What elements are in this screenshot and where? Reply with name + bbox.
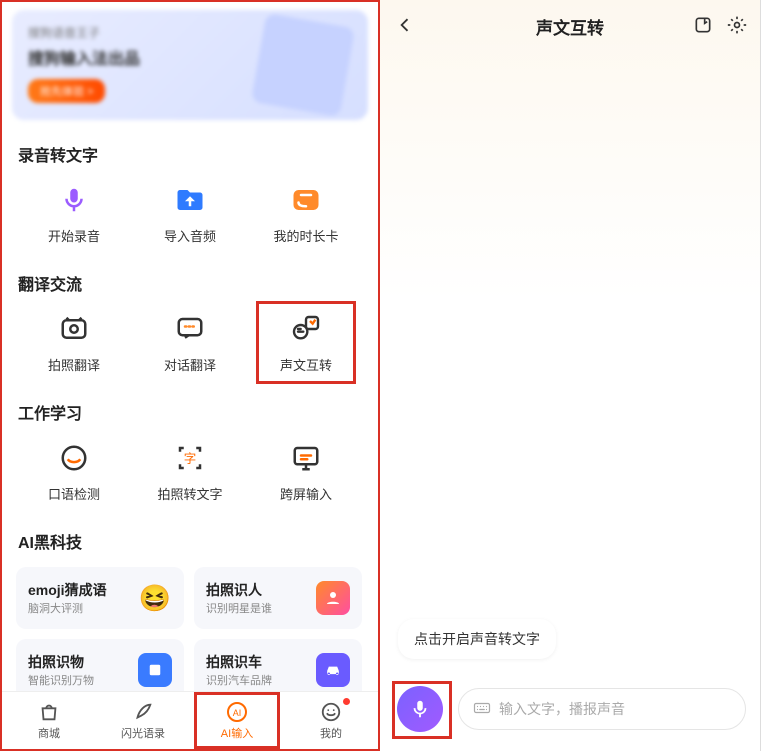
conversation-area: 点击开启声音转文字 [380, 52, 760, 671]
item-label: 口语检测 [48, 484, 100, 503]
notes-icon[interactable] [692, 14, 714, 36]
chat-icon [170, 309, 210, 349]
dialog-translate-button[interactable]: 对话翻译 [132, 303, 248, 382]
smile-icon [319, 700, 343, 724]
import-audio-button[interactable]: 导入音频 [132, 174, 248, 253]
section-work: 工作学习 口语检测 字 拍照转文字 跨屏输入 [2, 388, 378, 517]
right-header: 声文互转 [380, 0, 760, 52]
item-label: 对话翻译 [164, 355, 216, 374]
mouth-icon [54, 438, 94, 478]
section-title: AI黑科技 [18, 529, 364, 553]
page-title: 声文互转 [536, 14, 604, 39]
cross-screen-button[interactable]: 跨屏输入 [248, 432, 364, 511]
item-label: 我的时长卡 [273, 226, 338, 245]
item-label: 跨屏输入 [280, 484, 332, 503]
card-title: 拍照识车 [206, 652, 272, 672]
highlight-frame-icon [194, 692, 280, 749]
banner-cta-button[interactable]: 抢先体验 > [28, 79, 105, 103]
card-title: emoji猜成语 [28, 580, 107, 600]
tab-profile[interactable]: 我的 [284, 692, 378, 749]
section-translate: 翻译交流 拍照翻译 对话翻译 声文互转 [2, 259, 378, 388]
promo-banner[interactable]: 搜狗语音王子 搜狗输入法出品 抢先体验 > [12, 10, 368, 120]
tab-ai-input[interactable]: AI AI输入 [190, 692, 284, 749]
item-label: 导入音频 [164, 226, 216, 245]
left-app-screen: 搜狗语音王子 搜狗输入法出品 抢先体验 > 录音转文字 开始录音 导入音频 [0, 0, 380, 751]
face-recog-card[interactable]: 拍照识人 识别明星是谁 [194, 567, 362, 629]
ai-cards: emoji猜成语 脑洞大评测 😆 拍照识人 识别明星是谁 拍照识物 智能识别万物 [2, 567, 378, 701]
svg-text:字: 字 [184, 451, 197, 466]
item-label: 拍照翻译 [48, 355, 100, 374]
car-icon [316, 653, 350, 687]
gear-icon[interactable] [726, 14, 748, 36]
highlight-frame-icon [392, 681, 452, 739]
section-title: 工作学习 [18, 400, 364, 424]
item-label: 拍照转文字 [157, 484, 222, 503]
bag-icon [37, 700, 61, 724]
photo-translate-button[interactable]: 拍照翻译 [16, 303, 132, 382]
section-title: 录音转文字 [18, 142, 364, 166]
camera-translate-icon [54, 309, 94, 349]
input-bar: 输入文字，播报声音 [380, 681, 760, 737]
speaking-test-button[interactable]: 口语检测 [16, 432, 132, 511]
voice-text-convert-button[interactable]: 声文互转 [248, 303, 364, 382]
emoji-icon: 😆 [138, 581, 172, 615]
item-label: 开始录音 [48, 226, 100, 245]
keyboard-icon [473, 699, 491, 720]
text-input[interactable]: 输入文字，播报声音 [458, 688, 746, 730]
card-sub: 识别明星是谁 [206, 600, 272, 616]
folder-icon [170, 180, 210, 220]
tab-label: 商城 [38, 725, 60, 741]
card-sub: 识别汽车品牌 [206, 672, 272, 688]
section-record: 录音转文字 开始录音 导入音频 我的时长卡 [2, 130, 378, 259]
feather-icon [131, 700, 155, 724]
tab-label: 我的 [320, 725, 342, 741]
start-record-button[interactable]: 开始录音 [16, 174, 132, 253]
back-button[interactable] [394, 14, 416, 36]
ocr-icon: 字 [170, 438, 210, 478]
right-app-screen: 声文互转 点击开启声音转文字 输入文字，播报声音 [380, 0, 761, 751]
tab-quotes[interactable]: 闪光语录 [96, 692, 190, 749]
emoji-game-card[interactable]: emoji猜成语 脑洞大评测 😆 [16, 567, 184, 629]
bottom-tabbar: 商城 闪光语录 AI AI输入 我的 [2, 691, 378, 749]
microphone-icon [54, 180, 94, 220]
notification-dot-icon [343, 698, 350, 705]
highlight-frame-icon [256, 301, 356, 384]
section-title: 翻译交流 [18, 271, 364, 295]
duration-card-button[interactable]: 我的时长卡 [248, 174, 364, 253]
tab-mall[interactable]: 商城 [2, 692, 96, 749]
cube-icon [138, 653, 172, 687]
tab-label: 闪光语录 [121, 725, 165, 741]
banner-decor-icon [251, 13, 355, 117]
card-sub: 脑洞大评测 [28, 600, 107, 616]
section-ai: AI黑科技 [2, 517, 378, 567]
card-sub: 智能识别万物 [28, 672, 94, 688]
screen-icon [286, 438, 326, 478]
card-icon [286, 180, 326, 220]
card-title: 拍照识人 [206, 580, 272, 600]
input-placeholder: 输入文字，播报声音 [499, 699, 625, 719]
photo-ocr-button[interactable]: 字 拍照转文字 [132, 432, 248, 511]
card-title: 拍照识物 [28, 652, 94, 672]
hint-bubble: 点击开启声音转文字 [398, 619, 556, 659]
person-icon [316, 581, 350, 615]
